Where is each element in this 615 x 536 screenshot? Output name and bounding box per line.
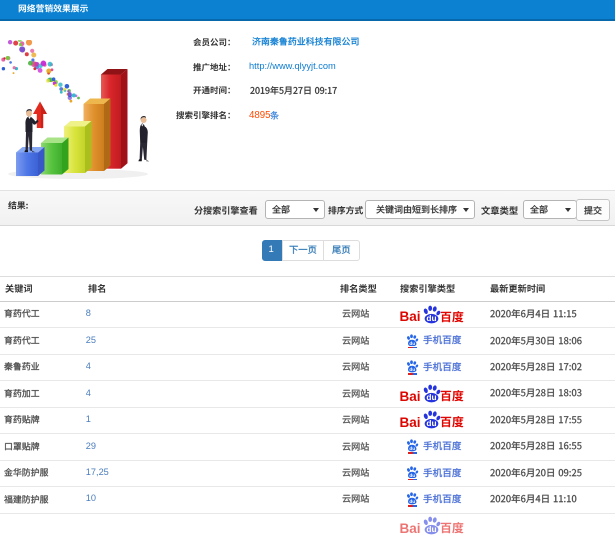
svg-text:du: du xyxy=(427,419,437,429)
svg-text:du: du xyxy=(427,524,437,534)
svg-text:du: du xyxy=(427,313,437,323)
svg-text:du: du xyxy=(427,392,437,402)
